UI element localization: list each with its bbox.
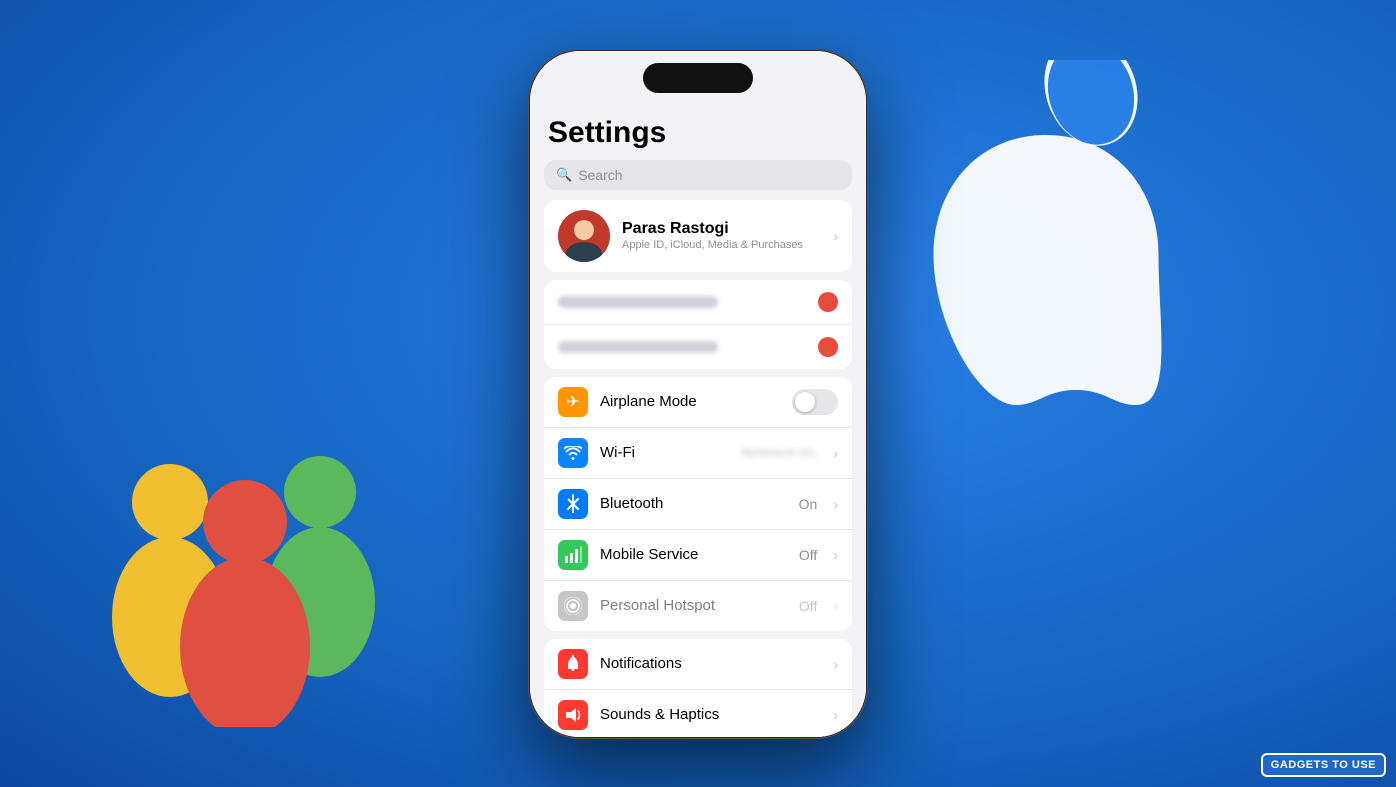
profile-chevron: › [833,228,838,244]
wifi-label: Wi-Fi [600,444,729,461]
sounds-chevron: › [833,707,838,723]
blurred-text-2 [558,341,718,353]
watermark: GADGETS TO USE [1261,753,1386,777]
airplane-mode-row[interactable]: ✈ Airplane Mode [544,377,852,428]
personal-hotspot-icon [558,591,588,621]
notifications-label: Notifications [600,655,821,672]
wifi-icon [558,438,588,468]
settings-title: Settings [530,106,866,156]
bluetooth-chevron: › [833,496,838,512]
phone: Settings 🔍 Search [528,49,868,739]
profile-name: Paras Rastogi [622,220,821,238]
notifications-row[interactable]: Notifications › [544,639,852,690]
notifications-icon [558,649,588,679]
phone-inner: Settings 🔍 Search [530,51,866,737]
notification-dot-1 [818,292,838,312]
phone-outer: Settings 🔍 Search [528,49,868,739]
airplane-mode-icon: ✈ [558,387,588,417]
airplane-mode-label: Airplane Mode [600,393,780,410]
profile-row[interactable]: Paras Rastogi Apple ID, iCloud, Media & … [544,200,852,272]
screen: Settings 🔍 Search [530,51,866,737]
bluetooth-label: Bluetooth [600,495,787,512]
bluetooth-value: On [799,496,818,512]
sounds-row[interactable]: Sounds & Haptics › [544,690,852,737]
search-bar[interactable]: 🔍 Search [544,160,852,190]
blurred-notifications-card [544,280,852,369]
sounds-label: Sounds & Haptics [600,706,821,723]
mobile-service-icon [558,540,588,570]
profile-subtitle: Apple ID, iCloud, Media & Purchases [622,239,821,251]
blurred-text-1 [558,296,718,308]
toggle-knob [795,392,815,412]
blurred-row-1[interactable] [544,280,852,325]
blurred-row-2[interactable] [544,325,852,369]
personal-hotspot-value: Off [799,598,817,614]
connectivity-section: ✈ Airplane Mode [544,377,852,631]
wifi-chevron: › [833,445,838,461]
search-icon: 🔍 [556,167,572,183]
personal-hotspot-chevron: › [833,598,838,614]
people-illustration [90,407,410,727]
general-section: Notifications › Sounds & Haptics › [544,639,852,737]
wifi-value: MyNetwork-5G... [741,447,821,459]
personal-hotspot-row[interactable]: Personal Hotspot Off › [544,581,852,631]
wifi-row[interactable]: Wi-Fi MyNetwork-5G... › [544,428,852,479]
notifications-chevron: › [833,656,838,672]
search-placeholder: Search [578,167,622,183]
sounds-icon [558,700,588,730]
bluetooth-row[interactable]: Bluetooth On › [544,479,852,530]
notification-dot-2 [818,337,838,357]
personal-hotspot-label: Personal Hotspot [600,597,787,614]
profile-info: Paras Rastogi Apple ID, iCloud, Media & … [622,220,821,251]
mobile-service-value: Off [799,547,817,563]
avatar [558,210,610,262]
bluetooth-icon [558,489,588,519]
mobile-service-row[interactable]: Mobile Service Off › [544,530,852,581]
mobile-service-chevron: › [833,547,838,563]
mobile-service-label: Mobile Service [600,546,787,563]
dynamic-island [643,63,753,93]
airplane-mode-toggle[interactable] [792,389,838,415]
apple-logo [896,60,1196,360]
